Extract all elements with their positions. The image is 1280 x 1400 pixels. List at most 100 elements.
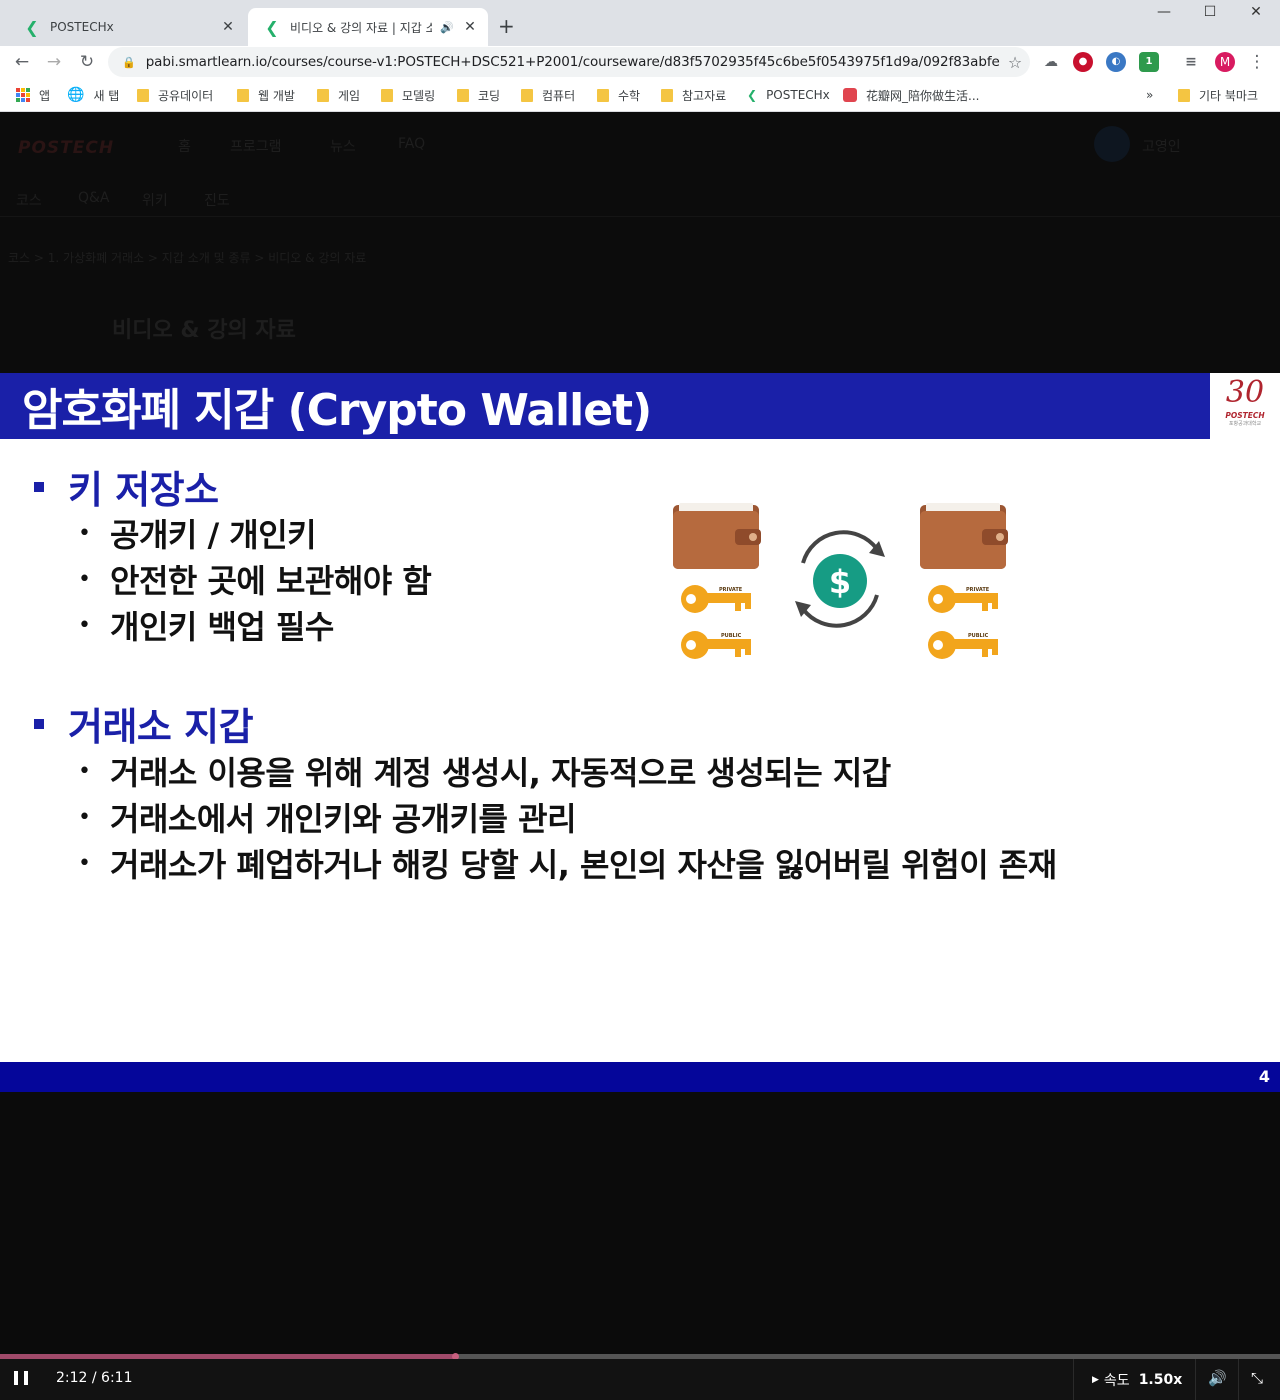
reload-icon[interactable]: ↻ xyxy=(75,50,99,74)
unit-title: 비디오 & 강의 자료 xyxy=(112,318,296,343)
bookmark-label: 참고자료 xyxy=(682,88,727,103)
bullet-item: • 공개키 / 개인키 xyxy=(78,510,317,556)
folder-icon xyxy=(381,88,393,102)
lecture-slide[interactable]: 암호화폐 지갑 (Crypto Wallet) 30 POSTECH 포항공과대… xyxy=(0,373,1280,1092)
lms-tab-qa[interactable]: Q&A xyxy=(78,190,110,206)
lms-nav-home[interactable]: 홈 xyxy=(178,136,191,156)
bookmark-postechx[interactable]: ❮ POSTECHx xyxy=(747,85,830,105)
profile-avatar[interactable]: M xyxy=(1215,52,1235,72)
bookmark-label: 코딩 xyxy=(478,88,501,103)
bookmark-label: 수학 xyxy=(618,88,641,103)
tab-title: 비디오 & 강의 자료 | 지갑 소 xyxy=(290,20,433,35)
postechx-favicon-icon: ❮ xyxy=(25,17,39,37)
public-key-label: PUBLIC xyxy=(721,633,742,639)
breadcrumb[interactable]: 코스 > 1. 가상화폐 거래소 > 지갑 소개 및 종류 > 비디오 & 강의… xyxy=(8,249,366,266)
bookmark-folder[interactable]: 수학 xyxy=(597,85,640,105)
emblem-sub: 포항공과대학교 xyxy=(1228,421,1262,427)
huaban-favicon-icon xyxy=(843,88,857,102)
lms-nav-faq[interactable]: FAQ xyxy=(398,136,425,152)
bullet-dot-icon: • xyxy=(78,520,91,546)
bookmark-folder[interactable]: 코딩 xyxy=(457,85,500,105)
speed-button[interactable]: ▶ 속도 1.50x xyxy=(1092,1370,1182,1390)
maximize-icon[interactable]: ☐ xyxy=(1187,4,1233,20)
bookmark-star-icon[interactable]: ☆ xyxy=(1000,53,1030,72)
bookmark-folder[interactable]: 게임 xyxy=(317,85,360,105)
profile-initial: M xyxy=(1219,55,1231,69)
bookmark-label: 기타 북마크 xyxy=(1199,88,1259,103)
volume-icon[interactable]: 🔊 xyxy=(1208,1369,1227,1387)
bookmark-folder[interactable]: 컴퓨터 xyxy=(521,85,575,105)
bullet-dot-icon: • xyxy=(78,612,91,638)
extension-red-icon[interactable]: ● xyxy=(1073,52,1093,72)
private-key-icon: PRIVATE xyxy=(681,585,751,613)
divider xyxy=(1238,1359,1239,1400)
bullet-dot-icon: • xyxy=(78,566,91,592)
extension-shield-icon[interactable]: 1 xyxy=(1139,52,1159,72)
lms-nav-news[interactable]: 뉴스 xyxy=(330,136,356,156)
slide-page-number: 4 xyxy=(1258,1067,1270,1086)
folder-icon xyxy=(1178,88,1190,102)
wallet-icon xyxy=(920,503,1008,569)
lms-tab-progress[interactable]: 진도 xyxy=(204,190,230,210)
bookmark-label: 공유데이터 xyxy=(158,88,214,103)
lms-tab-wiki[interactable]: 위키 xyxy=(142,190,168,210)
back-icon[interactable]: ← xyxy=(10,50,34,74)
bookmark-label: 모델링 xyxy=(402,88,436,103)
bookmark-label: 게임 xyxy=(338,88,361,103)
bookmark-label: 花瓣网_陪你做生活... xyxy=(866,88,980,103)
bullet-item: • 거래소 이용을 위해 계정 생성시, 자동적으로 생성되는 지갑 xyxy=(78,748,891,794)
bookmarks-overflow-icon[interactable]: » xyxy=(1146,85,1153,105)
bookmark-apps[interactable]: 앱 xyxy=(16,85,50,105)
bookmark-new-tab[interactable]: 🌐 새 탭 xyxy=(67,85,119,105)
section-heading: 거래소 지갑 xyxy=(34,696,254,751)
folder-icon xyxy=(137,88,149,102)
lms-header-dimmed: POSTECH 홈 프로그램 뉴스 FAQ 고영인 코스 Q&A 위키 진도 코… xyxy=(0,112,1280,373)
forward-icon[interactable]: → xyxy=(42,50,66,74)
close-window-icon[interactable]: ✕ xyxy=(1233,4,1279,20)
tab-close-icon[interactable]: ✕ xyxy=(462,19,478,35)
bullet-text: 거래소가 폐업하거나 해킹 당할 시, 본인의 자산을 잃어버릴 위험이 존재 xyxy=(110,846,1057,884)
bullet-text: 안전한 곳에 보관해야 함 xyxy=(110,562,432,600)
bullet-text: 개인키 백업 필수 xyxy=(110,608,334,646)
bookmark-huaban[interactable]: 花瓣网_陪你做生活... xyxy=(843,85,979,105)
postechx-favicon-icon: ❮ xyxy=(747,88,758,102)
extension-cloud-icon[interactable]: ☁ xyxy=(1041,52,1061,72)
user-avatar[interactable] xyxy=(1094,126,1130,162)
minimize-icon[interactable]: — xyxy=(1141,4,1187,20)
speed-label: 속도 xyxy=(1103,1373,1130,1389)
tab-video-lecture[interactable]: ❮ 비디오 & 강의 자료 | 지갑 소 🔊 ✕ xyxy=(248,8,488,46)
postech-30th-emblem: 30 POSTECH 포항공과대학교 xyxy=(1210,373,1280,439)
divider xyxy=(0,216,1280,217)
wallet-icon xyxy=(673,503,761,569)
lms-nav-program[interactable]: 프로그램 xyxy=(230,136,282,156)
media-control-icon[interactable]: ≡ xyxy=(1181,52,1201,72)
new-tab-icon[interactable]: + xyxy=(498,14,515,38)
lms-user-name[interactable]: 고영인 xyxy=(1142,136,1181,156)
url-text[interactable]: pabi.smartlearn.io/courses/course-v1:POS… xyxy=(146,54,1000,70)
bookmark-other[interactable]: 기타 북마크 xyxy=(1178,85,1258,105)
bookmark-folder[interactable]: 웹 개발 xyxy=(237,85,295,105)
lms-tab-course[interactable]: 코스 xyxy=(16,190,42,210)
folder-icon xyxy=(521,88,533,102)
speed-value: 1.50x xyxy=(1138,1372,1183,1388)
bookmark-folder[interactable]: 모델링 xyxy=(381,85,435,105)
menu-kebab-icon[interactable]: ⋮ xyxy=(1245,50,1269,74)
section-heading-text: 거래소 지갑 xyxy=(68,705,254,749)
section-heading: 키 저장소 xyxy=(34,459,219,514)
postechx-favicon-icon: ❮ xyxy=(265,17,279,37)
extension-blue-icon[interactable]: ◐ xyxy=(1106,52,1126,72)
bookmarks-bar: 앱 🌐 새 탭 공유데이터 웹 개발 게임 모델링 코딩 컴퓨터 수학 참고자료… xyxy=(0,78,1280,112)
tab-close-icon[interactable]: ✕ xyxy=(220,19,236,35)
audio-playing-icon[interactable]: 🔊 xyxy=(440,21,454,34)
bookmark-folder[interactable]: 참고자료 xyxy=(661,85,726,105)
tab-postechx[interactable]: ❮ POSTECHx ✕ xyxy=(8,8,246,46)
address-bar[interactable]: 🔒 pabi.smartlearn.io/courses/course-v1:P… xyxy=(108,47,1030,77)
slide-footer-bar: 4 xyxy=(0,1062,1280,1092)
slide-title-bar: 암호화폐 지갑 (Crypto Wallet) xyxy=(0,373,1210,439)
exit-fullscreen-icon[interactable]: ⤡ xyxy=(1251,1369,1263,1387)
bullet-item: • 안전한 곳에 보관해야 함 xyxy=(78,556,432,602)
bookmark-folder[interactable]: 공유데이터 xyxy=(137,85,213,105)
video-time: 2:12 / 6:11 xyxy=(56,1370,133,1386)
private-key-icon: PRIVATE xyxy=(928,585,998,613)
pause-icon[interactable] xyxy=(14,1371,28,1387)
